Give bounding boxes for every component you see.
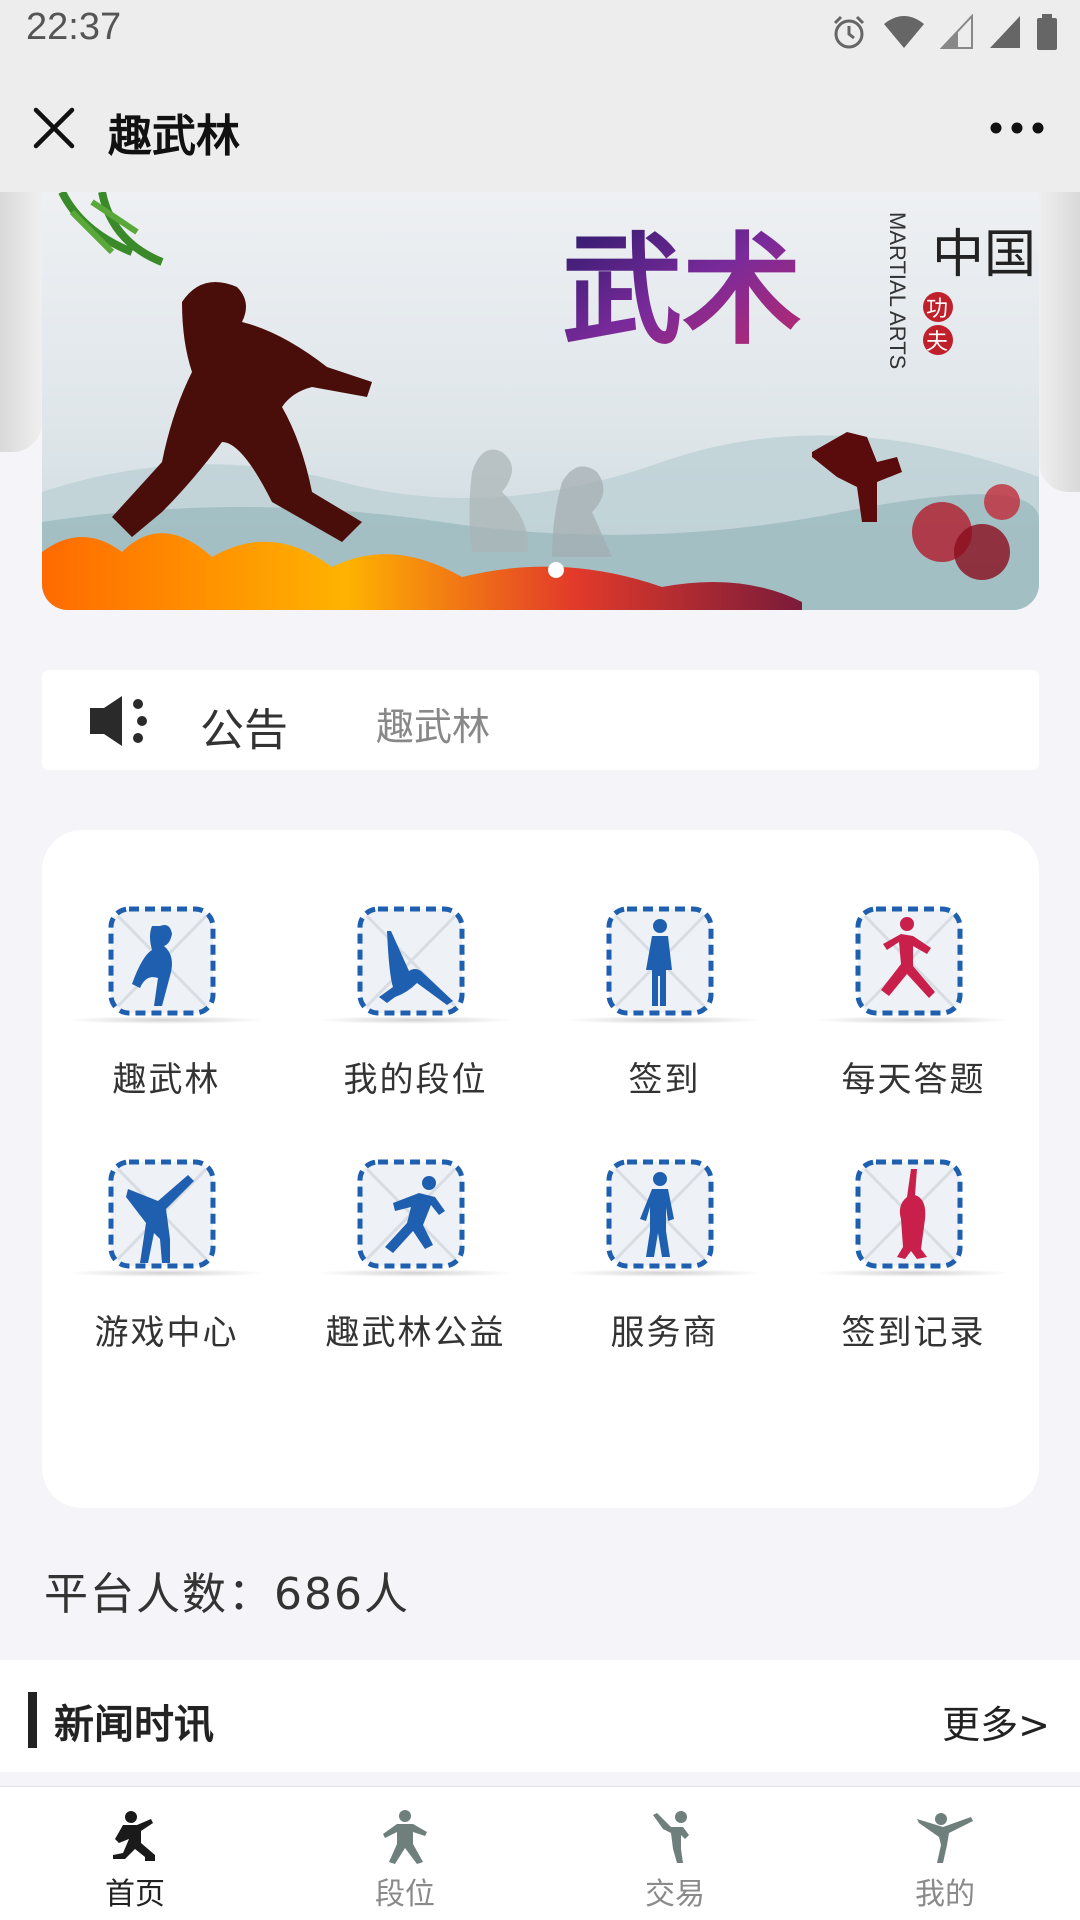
banner-seal-1: 功 [926, 297, 948, 322]
grid-item-label: 签到记录 [841, 1313, 986, 1353]
grid-icon-shadow [813, 1016, 1013, 1024]
more-button[interactable] [982, 98, 1052, 158]
tab-label: 首页 [105, 1877, 165, 1912]
banner-image: 武术 MARTIAL ARTS 中国 功 夫 [42, 192, 1039, 610]
close-icon [33, 107, 75, 149]
close-button[interactable] [24, 98, 84, 158]
high-kick-icon [108, 1159, 216, 1269]
grid-item-check-in[interactable]: 签到 [540, 830, 789, 1100]
standing-man-icon [606, 906, 714, 1016]
banner-side-text: MARTIAL ARTS [885, 212, 910, 369]
grid-item-daily-quiz[interactable]: 每天答题 [789, 830, 1038, 1100]
grid-item-game-center[interactable]: 游戏中心 [42, 1083, 291, 1353]
walking-man-icon [606, 1159, 714, 1269]
grid-item-service-provider[interactable]: 服务商 [540, 1083, 789, 1353]
more-icon [990, 122, 1044, 134]
sprinter-icon [357, 1159, 465, 1269]
speaker-icon [90, 696, 147, 746]
grid-icon-shadow [66, 1269, 266, 1277]
martial-artist-icon [113, 1811, 155, 1861]
grid-item-label: 服务商 [610, 1313, 719, 1353]
feature-grid: 趣武林 我的段位 签到 每天答题 游戏中心 趣武林公益 服务商 签到记录 [42, 830, 1039, 1508]
tab-rank[interactable]: 段位 [270, 1787, 540, 1920]
grid-item-quwulin[interactable]: 趣武林 [42, 830, 291, 1100]
banner-calligraphy: 武术 [562, 220, 802, 361]
section-accent-bar [28, 1692, 37, 1748]
grid-icon-shadow [564, 1016, 764, 1024]
wifi-icon [884, 16, 924, 48]
stance-icon [383, 1810, 427, 1864]
stretch-icon [357, 906, 465, 1016]
grid-item-label: 游戏中心 [94, 1313, 239, 1353]
banner-next-peek [1039, 192, 1080, 492]
platform-user-count: 平台人数：686人 [44, 1569, 410, 1620]
grid-icon-shadow [315, 1269, 515, 1277]
news-title: 新闻时讯 [54, 1702, 214, 1748]
page-title: 趣武林 [108, 111, 240, 162]
news-section-header: 新闻时讯 更多> [0, 1660, 1080, 1772]
grid-icon-shadow [66, 1016, 266, 1024]
banner-seal-2: 夫 [926, 330, 948, 355]
bottom-tab-bar: 首页 段位 交易 我的 [0, 1786, 1080, 1920]
tab-trade[interactable]: 交易 [540, 1787, 810, 1920]
grid-icon-shadow [564, 1269, 764, 1277]
tab-label: 段位 [375, 1877, 435, 1912]
runner-icon [855, 906, 963, 1016]
dancer-icon [108, 906, 216, 1016]
notice-bar[interactable]: 公告 趣武林 [42, 670, 1039, 770]
flying-kick-icon [917, 1813, 973, 1863]
banner-corner-text: 中国 [932, 225, 1036, 285]
alarm-icon [833, 15, 865, 49]
grid-item-check-in-record[interactable]: 签到记录 [789, 1083, 1038, 1353]
grid-item-label: 趣武林公益 [325, 1313, 506, 1353]
grid-icon-shadow [813, 1269, 1013, 1277]
kick-icon [653, 1811, 689, 1863]
status-time: 22:37 [26, 6, 122, 48]
signal-icon [990, 16, 1020, 48]
notice-label: 公告 [200, 705, 288, 756]
gymnast-icon [855, 1159, 963, 1269]
tab-home[interactable]: 首页 [0, 1787, 270, 1920]
battery-icon [1037, 14, 1057, 50]
banner-prev-peek [0, 192, 42, 452]
tab-mine[interactable]: 我的 [810, 1787, 1080, 1920]
status-bar: 22:37 [0, 0, 1080, 64]
grid-icon-shadow [315, 1016, 515, 1024]
title-bar: 趣武林 [0, 64, 1080, 192]
grid-item-charity[interactable]: 趣武林公益 [291, 1083, 540, 1353]
news-more-link[interactable]: 更多> [942, 1694, 1050, 1749]
tab-label: 我的 [915, 1877, 975, 1912]
grid-item-my-rank[interactable]: 我的段位 [291, 830, 540, 1100]
banner-indicator-dot[interactable] [548, 562, 564, 578]
signal-empty-icon [940, 14, 973, 49]
status-icons [830, 12, 1058, 52]
tab-label: 交易 [645, 1877, 705, 1912]
notice-text: 趣武林 [376, 705, 491, 749]
banner[interactable]: 武术 MARTIAL ARTS 中国 功 夫 [42, 192, 1039, 610]
